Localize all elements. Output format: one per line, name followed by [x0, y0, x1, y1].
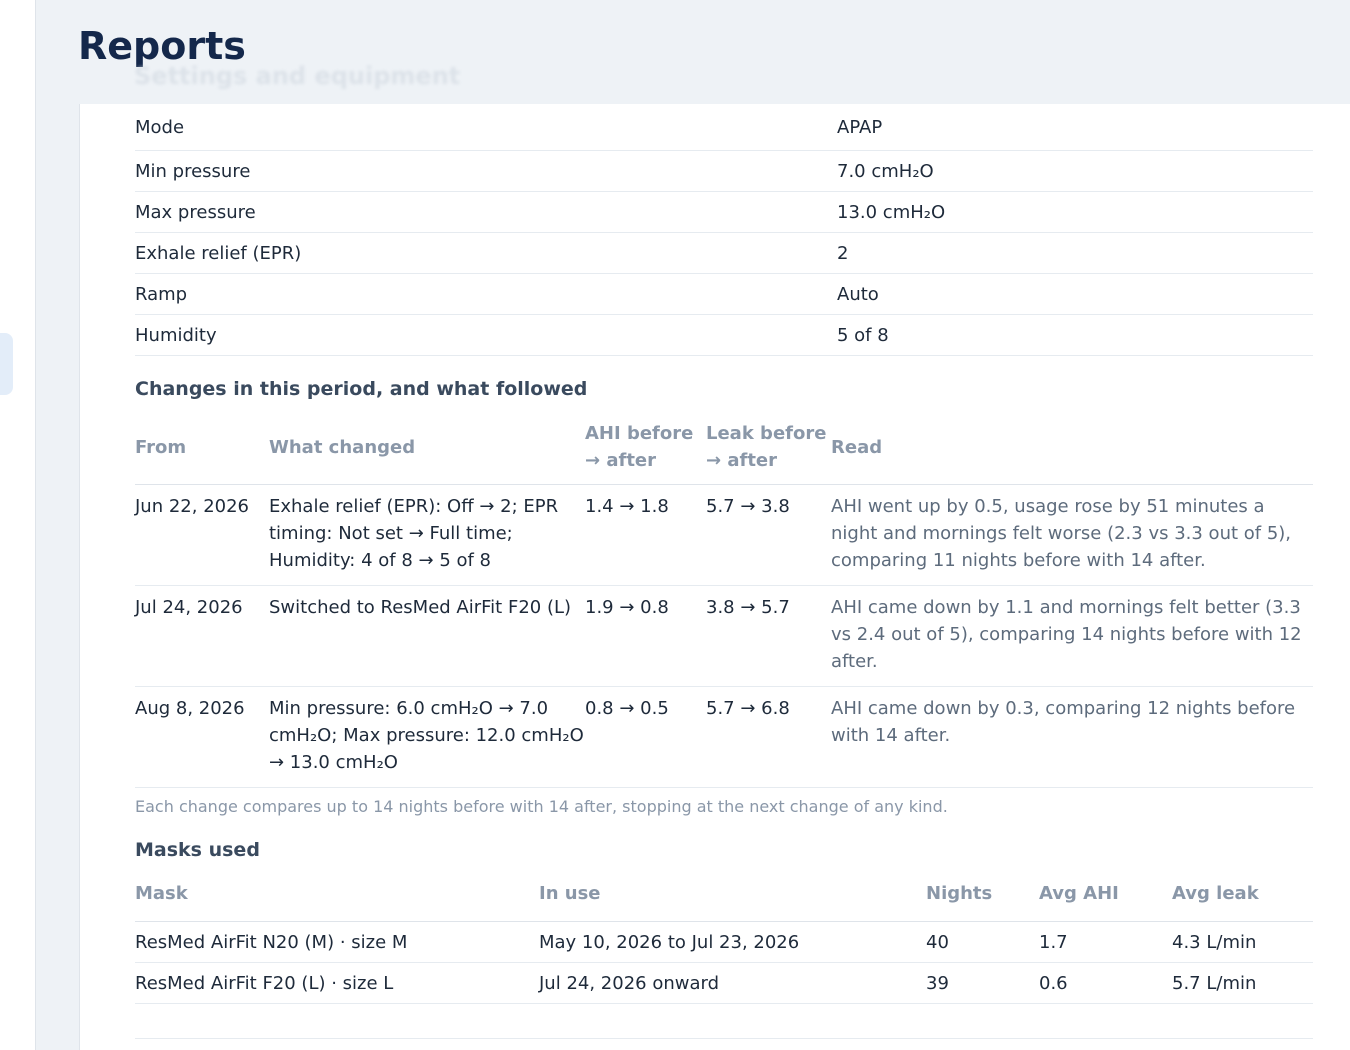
col-header-read: Read	[831, 420, 1313, 485]
masks-table: Mask In use Nights Avg AHI Avg leak ResM…	[135, 879, 1313, 1004]
settings-row: Ramp Auto	[135, 273, 1313, 315]
setting-label: Exhale relief (EPR)	[135, 232, 837, 274]
changes-header-row: From What changed AHI before → after Lea…	[135, 420, 1313, 485]
mask-avg-leak: 4.3 L/min	[1172, 921, 1313, 963]
mask-nights: 39	[926, 962, 1039, 1004]
table-row: Aug 8, 2026 Min pressure: 6.0 cmH₂O → 7.…	[135, 686, 1313, 788]
mask-name: ResMed AirFit F20 (L) · size L	[135, 962, 539, 1004]
col-header-mask: Mask	[135, 879, 539, 922]
section-divider	[135, 1038, 1313, 1039]
mask-in-use: Jul 24, 2026 onward	[539, 962, 926, 1004]
col-header-avg-ahi: Avg AHI	[1039, 879, 1172, 922]
mask-avg-ahi: 1.7	[1039, 921, 1172, 963]
col-header-ahi: AHI before → after	[585, 420, 706, 485]
change-description: Min pressure: 6.0 cmH₂O → 7.0 cmH₂O; Max…	[269, 686, 585, 788]
changes-footnote: Each change compares up to 14 nights bef…	[135, 797, 948, 816]
section-heading-faded: Settings and equipment	[134, 62, 461, 90]
mask-nights: 40	[926, 921, 1039, 963]
setting-label: Max pressure	[135, 191, 837, 233]
masks-header-row: Mask In use Nights Avg AHI Avg leak	[135, 879, 1313, 922]
changes-section-title: Changes in this period, and what followe…	[135, 378, 588, 400]
col-header-from: From	[135, 420, 269, 485]
setting-value: APAP	[837, 104, 1313, 151]
left-sidebar	[0, 0, 36, 1050]
mask-avg-ahi: 0.6	[1039, 962, 1172, 1004]
setting-label: Min pressure	[135, 150, 837, 192]
setting-value: 13.0 cmH₂O	[837, 191, 1313, 233]
sidebar-collapse-tab[interactable]	[0, 333, 13, 395]
table-row: ResMed AirFit F20 (L) · size L Jul 24, 2…	[135, 962, 1313, 1004]
settings-row: Mode APAP	[135, 104, 1313, 151]
changes-table: From What changed AHI before → after Lea…	[135, 420, 1313, 788]
change-read: AHI came down by 1.1 and mornings felt b…	[831, 585, 1313, 687]
setting-value: Auto	[837, 273, 1313, 315]
setting-value: 5 of 8	[837, 314, 1313, 356]
col-header-what-changed: What changed	[269, 420, 585, 485]
table-row: Jul 24, 2026 Switched to ResMed AirFit F…	[135, 585, 1313, 687]
change-read: AHI went up by 0.5, usage rose by 51 min…	[831, 484, 1313, 586]
change-ahi: 0.8 → 0.5	[585, 686, 706, 788]
settings-table: Mode APAP Min pressure 7.0 cmH₂O Max pre…	[135, 104, 1313, 356]
change-ahi: 1.9 → 0.8	[585, 585, 706, 687]
change-read: AHI came down by 0.3, comparing 12 night…	[831, 686, 1313, 788]
change-date: Jul 24, 2026	[135, 585, 269, 687]
col-header-in-use: In use	[539, 879, 926, 922]
change-leak: 5.7 → 6.8	[706, 686, 831, 788]
mask-avg-leak: 5.7 L/min	[1172, 962, 1313, 1004]
setting-label: Mode	[135, 104, 837, 151]
mask-in-use: May 10, 2026 to Jul 23, 2026	[539, 921, 926, 963]
change-description: Exhale relief (EPR): Off → 2; EPR timing…	[269, 484, 585, 586]
settings-row: Max pressure 13.0 cmH₂O	[135, 191, 1313, 233]
setting-label: Ramp	[135, 273, 837, 315]
change-leak: 5.7 → 3.8	[706, 484, 831, 586]
setting-value: 7.0 cmH₂O	[837, 150, 1313, 192]
settings-row: Min pressure 7.0 cmH₂O	[135, 150, 1313, 192]
change-leak: 3.8 → 5.7	[706, 585, 831, 687]
col-header-nights: Nights	[926, 879, 1039, 922]
setting-value: 2	[837, 232, 1313, 274]
change-date: Aug 8, 2026	[135, 686, 269, 788]
masks-section-title: Masks used	[135, 839, 260, 861]
settings-row: Humidity 5 of 8	[135, 314, 1313, 356]
report-content: Mode APAP Min pressure 7.0 cmH₂O Max pre…	[135, 104, 1313, 1039]
change-date: Jun 22, 2026	[135, 484, 269, 586]
table-row: ResMed AirFit N20 (M) · size M May 10, 2…	[135, 921, 1313, 963]
change-description: Switched to ResMed AirFit F20 (L)	[269, 585, 585, 687]
report-card: Mode APAP Min pressure 7.0 cmH₂O Max pre…	[79, 104, 1350, 1050]
col-header-leak: Leak before → after	[706, 420, 831, 485]
col-header-avg-leak: Avg leak	[1172, 879, 1313, 922]
table-row: Jun 22, 2026 Exhale relief (EPR): Off → …	[135, 484, 1313, 586]
settings-row: Exhale relief (EPR) 2	[135, 232, 1313, 274]
change-ahi: 1.4 → 1.8	[585, 484, 706, 586]
setting-label: Humidity	[135, 314, 837, 356]
mask-name: ResMed AirFit N20 (M) · size M	[135, 921, 539, 963]
